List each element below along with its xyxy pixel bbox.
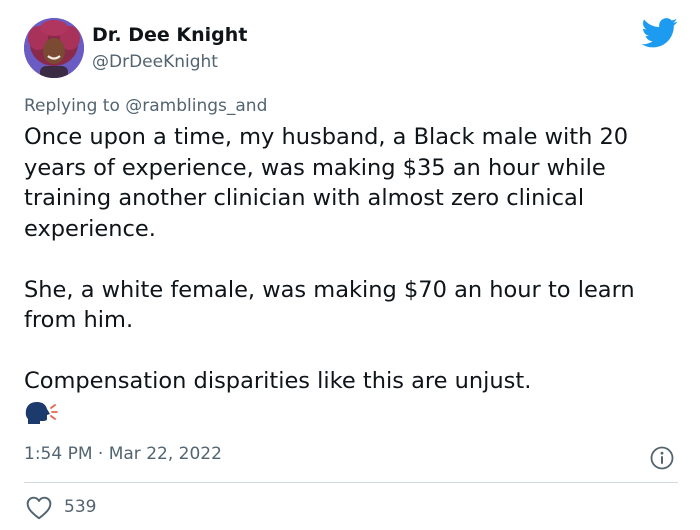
tweet-timestamp[interactable]: 1:54 PM · Mar 22, 2022 (24, 444, 222, 464)
author-handle[interactable]: @DrDeeKnight (92, 52, 218, 72)
replying-to-line: Replying to @ramblings_and (24, 96, 267, 116)
tweet-paragraph: Once upon a time, my husband, a Black ma… (24, 124, 629, 242)
tweet-paragraph: Compensation disparities like this are u… (24, 368, 532, 394)
heart-icon[interactable] (26, 496, 52, 520)
divider (24, 482, 678, 483)
tweet-paragraph: She, a white female, was making $70 an h… (24, 276, 635, 334)
like-count: 539 (64, 497, 97, 517)
profile-photo-icon (24, 18, 84, 78)
twitter-bird-icon[interactable] (642, 18, 678, 48)
tweet-card: Dr. Dee Knight @DrDeeKnight Replying to … (0, 0, 700, 530)
tweet-text: Once upon a time, my husband, a Black ma… (24, 122, 676, 397)
avatar[interactable] (24, 18, 84, 78)
author-display-name[interactable]: Dr. Dee Knight (92, 24, 247, 46)
speaking-head-emoji-icon (25, 402, 58, 424)
info-icon[interactable] (650, 446, 674, 470)
replying-to-label: Replying to (24, 96, 120, 116)
reply-mention-link[interactable]: @ramblings_and (125, 96, 267, 116)
